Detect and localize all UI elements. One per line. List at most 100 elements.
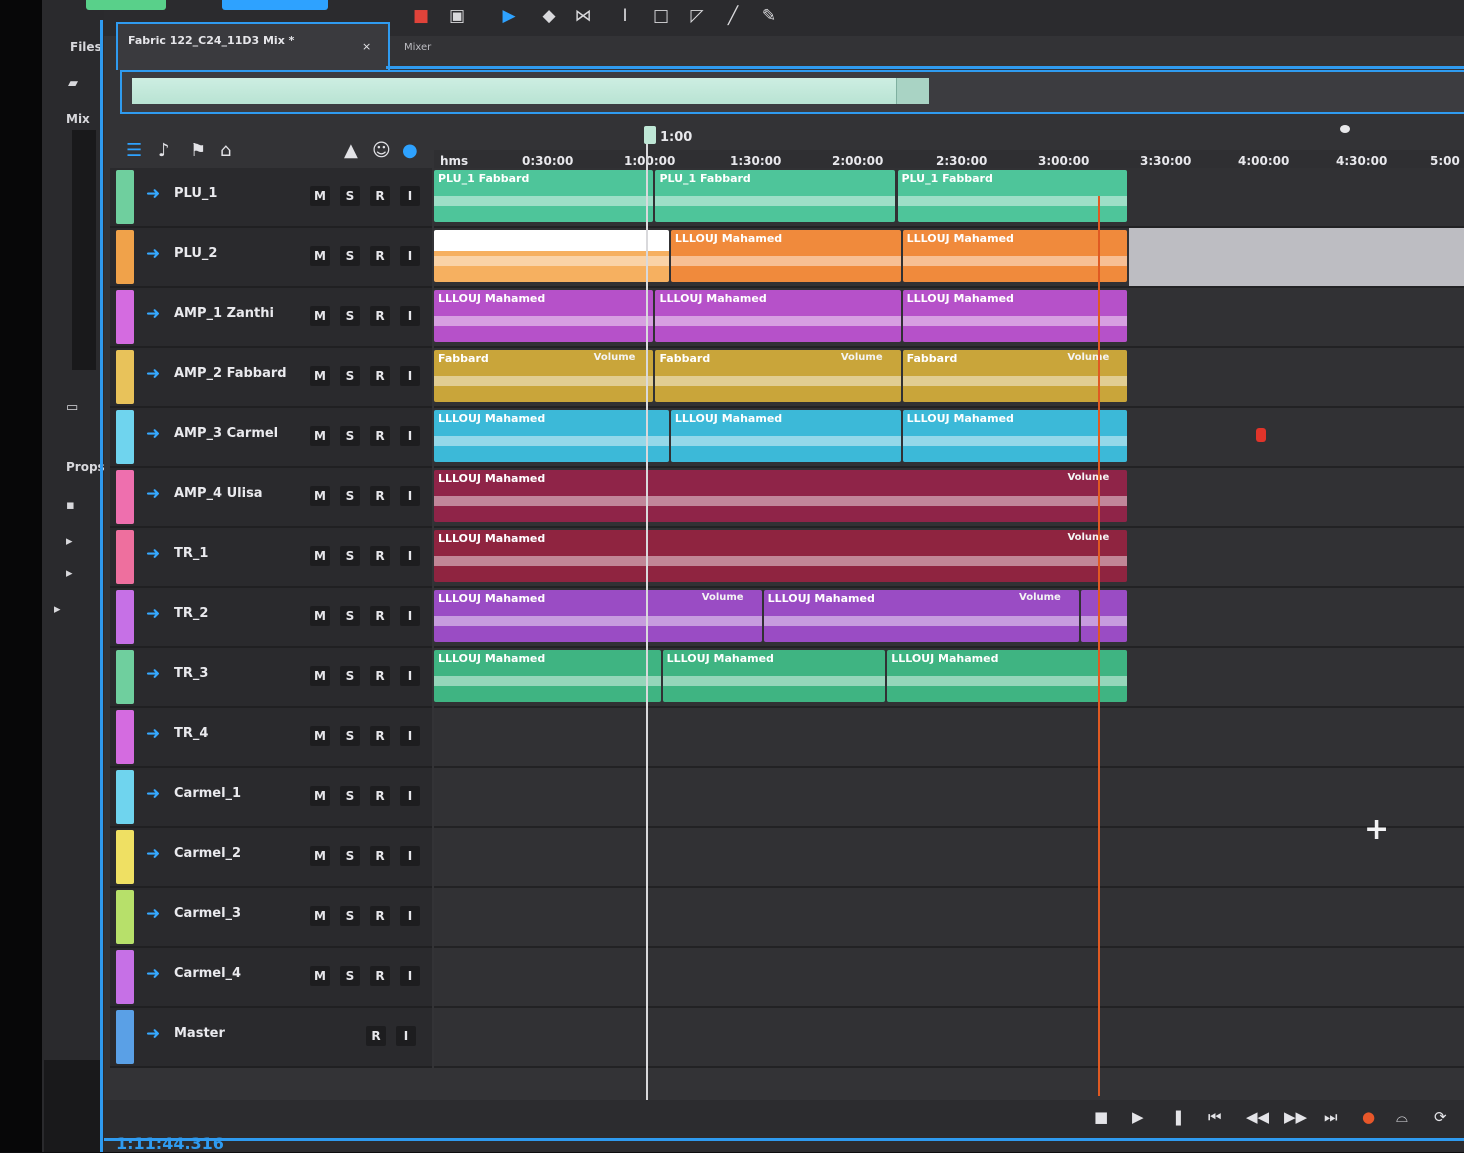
- fast-forward-icon[interactable]: ▶▶: [1284, 1108, 1307, 1126]
- line-tool-icon[interactable]: ╱: [720, 4, 746, 28]
- track-button-r[interactable]: R: [370, 486, 390, 506]
- track-button-r[interactable]: R: [366, 1026, 386, 1046]
- side-label-mix[interactable]: Mix: [66, 112, 90, 126]
- audio-clip[interactable]: [434, 230, 669, 282]
- record-icon[interactable]: ●: [1362, 1108, 1375, 1126]
- track-button-r[interactable]: R: [370, 726, 390, 746]
- track-input-arrow-icon[interactable]: ➜: [146, 904, 160, 924]
- audio-clip[interactable]: PLU_1 Fabbard: [434, 170, 654, 222]
- track-button-i[interactable]: I: [396, 1026, 416, 1046]
- track-button-m[interactable]: M: [310, 606, 330, 626]
- clip-volume-label[interactable]: Volume: [702, 592, 744, 603]
- track-header[interactable]: ➜ AMP_1 Zanthi M S R I: [110, 288, 432, 348]
- track-button-i[interactable]: I: [400, 186, 420, 206]
- track-button-r[interactable]: R: [370, 246, 390, 266]
- track-header[interactable]: ➜ Master R I: [110, 1008, 432, 1068]
- selection-tool-icon[interactable]: ▶: [496, 4, 522, 28]
- track-button-m[interactable]: M: [310, 786, 330, 806]
- track-button-r[interactable]: R: [370, 606, 390, 626]
- track-name[interactable]: TR_4: [174, 726, 208, 741]
- workspace-tab-1[interactable]: [86, 0, 166, 10]
- track-button-m[interactable]: M: [310, 846, 330, 866]
- track-button-s[interactable]: S: [340, 846, 360, 866]
- track-header[interactable]: ➜ TR_2 M S R I: [110, 588, 432, 648]
- track-lane[interactable]: [434, 888, 1464, 948]
- track-button-s[interactable]: S: [340, 186, 360, 206]
- mixer-tab[interactable]: Mixer: [404, 42, 431, 53]
- track-header[interactable]: ➜ PLU_2 M S R I: [110, 228, 432, 288]
- track-header[interactable]: ➜ AMP_2 Fabbard M S R I: [110, 348, 432, 408]
- track-button-m[interactable]: M: [310, 666, 330, 686]
- track-button-m[interactable]: M: [310, 306, 330, 326]
- pencil-tool-icon[interactable]: ✎: [756, 4, 782, 28]
- track-color-swatch[interactable]: [116, 290, 134, 344]
- track-color-swatch[interactable]: [116, 350, 134, 404]
- pause-icon[interactable]: ❚: [1172, 1108, 1185, 1126]
- track-header[interactable]: ➜ PLU_1 M S R I: [110, 168, 432, 228]
- audio-clip[interactable]: PLU_1 Fabbard: [655, 170, 896, 222]
- skip-icon[interactable]: ⟳: [1434, 1108, 1447, 1126]
- track-button-i[interactable]: I: [400, 966, 420, 986]
- track-input-arrow-icon[interactable]: ➜: [146, 724, 160, 744]
- audio-clip[interactable]: LLLOUJ Mahamed: [887, 650, 1128, 702]
- track-button-m[interactable]: M: [310, 546, 330, 566]
- track-button-m[interactable]: M: [310, 426, 330, 446]
- track-button-s[interactable]: S: [340, 246, 360, 266]
- track-header[interactable]: ➜ Carmel_4 M S R I: [110, 948, 432, 1008]
- audio-clip[interactable]: Fabbard Volume: [655, 350, 901, 402]
- track-button-s[interactable]: S: [340, 966, 360, 986]
- track-lane[interactable]: Fabbard Volume Fabbard Volume Fabbard Volume: [434, 348, 1464, 408]
- track-name[interactable]: TR_2: [174, 606, 208, 621]
- track-input-arrow-icon[interactable]: ➜: [146, 664, 160, 684]
- expand-icon-2[interactable]: ▸: [66, 566, 73, 581]
- flag-icon[interactable]: ⚑: [190, 140, 206, 161]
- track-lane[interactable]: LLLOUJ Mahamed LLLOUJ Mahamed LLLOUJ Maham…: [434, 288, 1464, 348]
- track-input-arrow-icon[interactable]: ➜: [146, 784, 160, 804]
- audio-clip[interactable]: Fabbard Volume: [434, 350, 654, 402]
- track-button-s[interactable]: S: [340, 486, 360, 506]
- track-button-r[interactable]: R: [370, 906, 390, 926]
- loop-icon[interactable]: ⌓: [1396, 1108, 1408, 1126]
- track-name[interactable]: AMP_1 Zanthi: [174, 306, 274, 321]
- track-button-m[interactable]: M: [310, 906, 330, 926]
- track-lane[interactable]: LLLOUJ Mahamed LLLOUJ Mahamed: [434, 228, 1464, 288]
- track-header[interactable]: ➜ Carmel_3 M S R I: [110, 888, 432, 948]
- audio-clip[interactable]: LLLOUJ Mahamed: [434, 410, 669, 462]
- audio-clip[interactable]: LLLOUJ Mahamed: [655, 290, 901, 342]
- track-button-m[interactable]: M: [310, 966, 330, 986]
- track-button-i[interactable]: I: [400, 366, 420, 386]
- fade-tool-icon[interactable]: ◸: [684, 4, 710, 28]
- expand-icon-3[interactable]: ▸: [54, 602, 61, 617]
- audio-clip[interactable]: LLLOUJ Mahamed Volume: [434, 530, 1128, 582]
- mute-all-icon[interactable]: ▲: [344, 140, 358, 161]
- track-button-i[interactable]: I: [400, 246, 420, 266]
- track-input-arrow-icon[interactable]: ➜: [146, 964, 160, 984]
- track-header[interactable]: ➜ Carmel_1 M S R I: [110, 768, 432, 828]
- track-name[interactable]: Carmel_1: [174, 786, 241, 801]
- track-button-r[interactable]: R: [370, 366, 390, 386]
- play-icon[interactable]: ▶: [1132, 1108, 1144, 1126]
- clip-volume-label[interactable]: Volume: [594, 352, 636, 363]
- track-button-i[interactable]: I: [400, 906, 420, 926]
- side-label-props[interactable]: Props: [66, 460, 105, 474]
- audio-clip[interactable]: [1080, 590, 1128, 642]
- track-button-s[interactable]: S: [340, 786, 360, 806]
- track-header[interactable]: ➜ Carmel_2 M S R I: [110, 828, 432, 888]
- track-button-r[interactable]: R: [370, 306, 390, 326]
- track-color-swatch[interactable]: [116, 470, 134, 524]
- track-lane[interactable]: LLLOUJ Mahamed Volume: [434, 528, 1464, 588]
- track-list-icon[interactable]: ☰: [126, 140, 142, 161]
- track-header[interactable]: ➜ AMP_4 Ulisa M S R I: [110, 468, 432, 528]
- audio-clip[interactable]: LLLOUJ Mahamed Volume: [763, 590, 1079, 642]
- track-button-i[interactable]: I: [400, 546, 420, 566]
- audio-clip[interactable]: LLLOUJ Mahamed Volume: [434, 470, 1128, 522]
- track-lane[interactable]: LLLOUJ Mahamed Volume: [434, 468, 1464, 528]
- track-button-r[interactable]: R: [370, 186, 390, 206]
- track-button-m[interactable]: M: [310, 186, 330, 206]
- track-button-r[interactable]: R: [370, 966, 390, 986]
- overview-visible-range[interactable]: [132, 78, 928, 104]
- audio-clip[interactable]: LLLOUJ Mahamed: [902, 290, 1128, 342]
- track-button-m[interactable]: M: [310, 246, 330, 266]
- rewind-icon[interactable]: ◀◀: [1246, 1108, 1269, 1126]
- track-lane[interactable]: PLU_1 Fabbard PLU_1 Fabbard PLU_1 Fabbard: [434, 168, 1464, 228]
